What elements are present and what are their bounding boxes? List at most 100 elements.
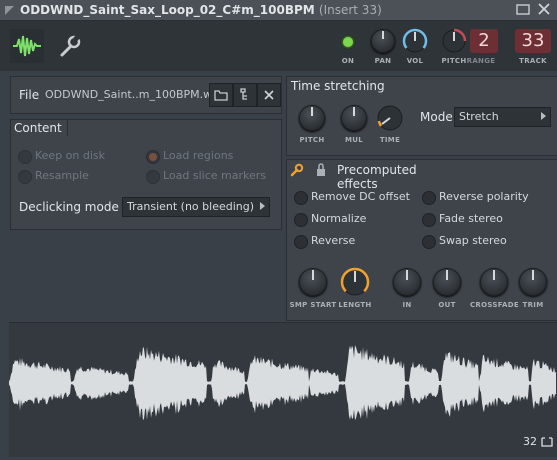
tree-icon (240, 88, 247, 100)
fade-stereo-radio[interactable] (422, 213, 436, 227)
waveform-icon (13, 35, 41, 57)
ts-mul-indicator (353, 107, 355, 116)
load-slice-markers-radio[interactable] (146, 170, 160, 184)
window-title: ODDWND_Saint_Sax_Loop_02_C#m_100BPM (Ins… (20, 3, 382, 17)
ts-pitch-label: PITCH (299, 136, 325, 144)
declicking-label: Declicking mode (19, 200, 119, 214)
length-knob[interactable] (339, 266, 371, 298)
zoom-label: 32 (523, 435, 537, 448)
pitch-arc-icon (442, 28, 467, 53)
load-slice-markers-label[interactable]: Load slice markers (163, 169, 266, 182)
ts-pitch-knob[interactable] (299, 105, 325, 131)
out-label: OUT (438, 301, 456, 309)
window-insert-text: (Insert 33) (318, 3, 382, 17)
pitch-label: PITCH (441, 57, 467, 65)
smp-start-knob[interactable] (299, 268, 327, 296)
pitch-knob[interactable] (440, 27, 468, 55)
open-file-button[interactable] (209, 83, 233, 107)
precomputed-lock-button[interactable] (315, 162, 327, 178)
waveform-shape (9, 345, 556, 421)
swap-stereo-radio[interactable] (422, 235, 436, 249)
smp-start-label: SMP START (289, 301, 337, 309)
trim-label: TRIM (522, 301, 544, 309)
fade-stereo-label[interactable]: Fade stereo (439, 212, 503, 225)
precomputed-header: Precomputed effects (287, 160, 447, 191)
track-box[interactable]: 33 (515, 29, 551, 53)
title-bar[interactable]: ODDWND_Saint_Sax_Loop_02_C#m_100BPM (Ins… (0, 0, 557, 21)
clear-file-button[interactable] (257, 83, 281, 107)
remove-dc-label[interactable]: Remove DC offset (311, 190, 410, 203)
declicking-dropdown[interactable]: Transient (no bleeding) (122, 197, 270, 217)
detach-button[interactable] (515, 2, 531, 16)
waveform-tab-button[interactable] (10, 29, 44, 63)
pan-knob-indicator (382, 31, 384, 39)
trim-indicator (532, 270, 534, 280)
ts-time-label: TIME (379, 136, 401, 144)
precomputed-effects-panel: Precomputed effects Remove DC offset Nor… (286, 159, 557, 321)
remove-dc-radio[interactable] (294, 191, 308, 205)
mode-value: Stretch (459, 110, 499, 123)
reverse-radio[interactable] (294, 235, 308, 249)
zoom-button[interactable] (540, 434, 554, 448)
volume-arc-icon (402, 28, 428, 53)
normalize-label[interactable]: Normalize (311, 212, 366, 225)
locate-file-button[interactable] (233, 83, 257, 107)
collapse-arrow-icon[interactable] (5, 5, 14, 18)
ts-pitch-indicator (311, 107, 313, 116)
on-label: ON (341, 57, 355, 65)
swap-stereo-label[interactable]: Swap stereo (439, 234, 507, 247)
precomputed-wrench-button[interactable] (289, 162, 305, 178)
file-name: ODDWND_Saint..m_100BPM.wav (45, 88, 213, 101)
mode-label: Mode (420, 110, 453, 124)
content-panel: Content Keep on disk Resample Load regio… (10, 119, 282, 230)
normalize-radio[interactable] (294, 213, 308, 227)
declicking-value: Transient (no bleeding) (127, 200, 255, 213)
in-knob[interactable] (393, 268, 421, 296)
zoom-icon (541, 437, 553, 447)
close-icon (538, 3, 550, 15)
length-label: LENGTH (338, 301, 372, 309)
volume-knob[interactable] (401, 27, 429, 55)
wrench-icon (290, 163, 304, 177)
time-stretching-title: Time stretching (291, 79, 385, 93)
load-regions-radio-dot (149, 153, 157, 161)
ts-mul-knob[interactable] (341, 105, 367, 131)
reverse-label[interactable]: Reverse (311, 234, 355, 247)
load-regions-radio[interactable] (146, 150, 160, 164)
close-button[interactable] (536, 1, 552, 17)
range-label: RANGE (466, 57, 496, 65)
vol-label: VOL (406, 57, 424, 65)
dropdown-arrow-icon (541, 112, 546, 120)
dropdown-arrow-icon (260, 202, 265, 210)
pitch-range-box[interactable]: 2 (470, 29, 498, 53)
pan-label: PAN (374, 57, 392, 65)
waveform-display[interactable]: 32 (9, 322, 557, 457)
wrench-icon (60, 34, 81, 57)
file-label: File (19, 88, 40, 102)
on-led-button[interactable] (340, 34, 356, 50)
time-stretching-panel: Time stretching PITCH MUL TIME Mode Stre… (286, 76, 557, 156)
smp-start-indicator (312, 270, 314, 280)
out-knob[interactable] (433, 268, 461, 296)
channel-toolbar: ON PAN VOL PITCH 2 RANGE 33 TRACK (0, 21, 557, 71)
in-label: IN (402, 301, 412, 309)
resample-label[interactable]: Resample (35, 169, 89, 182)
keep-on-disk-label[interactable]: Keep on disk (35, 149, 105, 162)
crossfade-knob[interactable] (480, 268, 508, 296)
content-tab-header: Content (11, 120, 68, 136)
resample-radio[interactable] (18, 170, 32, 184)
reverse-polarity-label[interactable]: Reverse polarity (439, 190, 529, 203)
load-regions-label[interactable]: Load regions (163, 149, 233, 162)
settings-tab-button[interactable] (52, 29, 86, 63)
ts-time-knob[interactable] (375, 103, 405, 133)
trim-knob[interactable] (519, 268, 547, 296)
file-panel: File ODDWND_Saint..m_100BPM.wav (10, 76, 282, 114)
keep-on-disk-radio[interactable] (18, 150, 32, 164)
reverse-polarity-radio[interactable] (422, 191, 436, 205)
content-title: Content (14, 121, 62, 135)
crossfade-indicator (493, 270, 495, 280)
folder-icon (214, 90, 228, 101)
lock-icon (317, 163, 325, 176)
mode-dropdown[interactable]: Stretch (454, 107, 551, 127)
pan-knob[interactable] (371, 29, 395, 53)
